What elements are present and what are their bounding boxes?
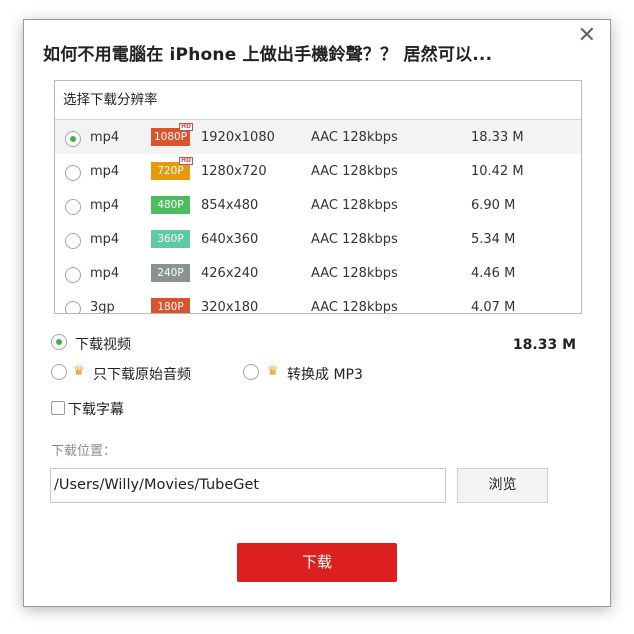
resolution-list-panel: 选择下载分辨率 mp4 1080P HD 1920x1080 AAC 128kbps 18…: [54, 80, 582, 314]
dimensions-label: 1280x720: [201, 164, 267, 179]
original-audio-label: 只下载原始音频: [93, 367, 191, 383]
resolution-row[interactable]: 3gp 180P 320x180 AAC 128kbps 4.07 M: [55, 290, 581, 314]
download-path-input[interactable]: /Users/Willy/Movies/TubeGet: [50, 468, 446, 503]
resolution-radio[interactable]: [65, 131, 81, 147]
dimensions-label: 1920x1080: [201, 130, 275, 145]
quality-badge: 360P: [151, 230, 190, 248]
resolution-row[interactable]: mp4 240P 426x240 AAC 128kbps 4.46 M: [55, 256, 581, 290]
crown-icon: ♛: [73, 364, 85, 379]
file-size: 4.07 M: [471, 300, 516, 314]
resolution-row[interactable]: mp4 1080P HD 1920x1080 AAC 128kbps 18.33 M: [55, 120, 581, 154]
subtitles-label: 下载字幕: [68, 402, 124, 418]
browse-button[interactable]: 浏览: [457, 468, 548, 503]
resolution-header: 选择下载分辨率: [55, 81, 581, 120]
file-size: 5.34 M: [471, 232, 516, 247]
dialog-title: 如何不用電腦在 iPhone 上做出手機鈴聲？？ 居然可以...: [43, 45, 493, 65]
audio-label: AAC 128kbps: [311, 266, 398, 281]
format-label: 3gp: [90, 300, 115, 314]
format-label: mp4: [90, 266, 120, 281]
format-label: mp4: [90, 130, 120, 145]
dimensions-label: 640x360: [201, 232, 259, 247]
audio-label: AAC 128kbps: [311, 130, 398, 145]
hd-badge: HD: [179, 157, 193, 165]
resolution-list[interactable]: mp4 1080P HD 1920x1080 AAC 128kbps 18.33 Mmp4…: [55, 120, 581, 314]
total-size: 18.33 M: [512, 337, 576, 353]
format-label: mp4: [90, 198, 120, 213]
dimensions-label: 320x180: [201, 300, 259, 314]
resolution-radio[interactable]: [65, 267, 81, 283]
close-icon[interactable]: ✕: [578, 25, 596, 47]
quality-badge: 240P: [151, 264, 190, 282]
audio-label: AAC 128kbps: [311, 232, 398, 247]
download-video-radio[interactable]: [51, 334, 67, 350]
download-video-label: 下载视频: [75, 337, 131, 353]
file-size: 10.42 M: [471, 164, 524, 179]
download-dialog: 如何不用電腦在 iPhone 上做出手機鈴聲？？ 居然可以... ✕ 选择下载分…: [23, 19, 611, 607]
file-size: 6.90 M: [471, 198, 516, 213]
format-label: mp4: [90, 164, 120, 179]
dimensions-label: 426x240: [201, 266, 259, 281]
file-size: 18.33 M: [471, 130, 524, 145]
crown-icon: ♛: [267, 364, 279, 379]
resolution-row[interactable]: mp4 480P 854x480 AAC 128kbps 6.90 M: [55, 188, 581, 222]
format-label: mp4: [90, 232, 120, 247]
resolution-row[interactable]: mp4 720P HD 1280x720 AAC 128kbps 10.42 M: [55, 154, 581, 188]
resolution-radio[interactable]: [65, 199, 81, 215]
dimensions-label: 854x480: [201, 198, 259, 213]
convert-mp3-label: 转换成 MP3: [287, 367, 363, 383]
audio-label: AAC 128kbps: [311, 300, 398, 314]
resolution-radio[interactable]: [65, 165, 81, 181]
resolution-row[interactable]: mp4 360P 640x360 AAC 128kbps 5.34 M: [55, 222, 581, 256]
resolution-radio[interactable]: [65, 233, 81, 249]
hd-badge: HD: [179, 123, 193, 131]
quality-badge: 480P: [151, 196, 190, 214]
convert-mp3-radio[interactable]: [243, 364, 259, 380]
download-button[interactable]: 下载: [237, 543, 397, 582]
audio-label: AAC 128kbps: [311, 164, 398, 179]
location-label: 下载位置：: [51, 444, 117, 459]
file-size: 4.46 M: [471, 266, 516, 281]
quality-badge: 180P: [151, 298, 190, 313]
original-audio-radio[interactable]: [51, 364, 67, 380]
subtitles-checkbox[interactable]: [51, 401, 65, 415]
resolution-radio[interactable]: [65, 301, 81, 313]
audio-label: AAC 128kbps: [311, 198, 398, 213]
